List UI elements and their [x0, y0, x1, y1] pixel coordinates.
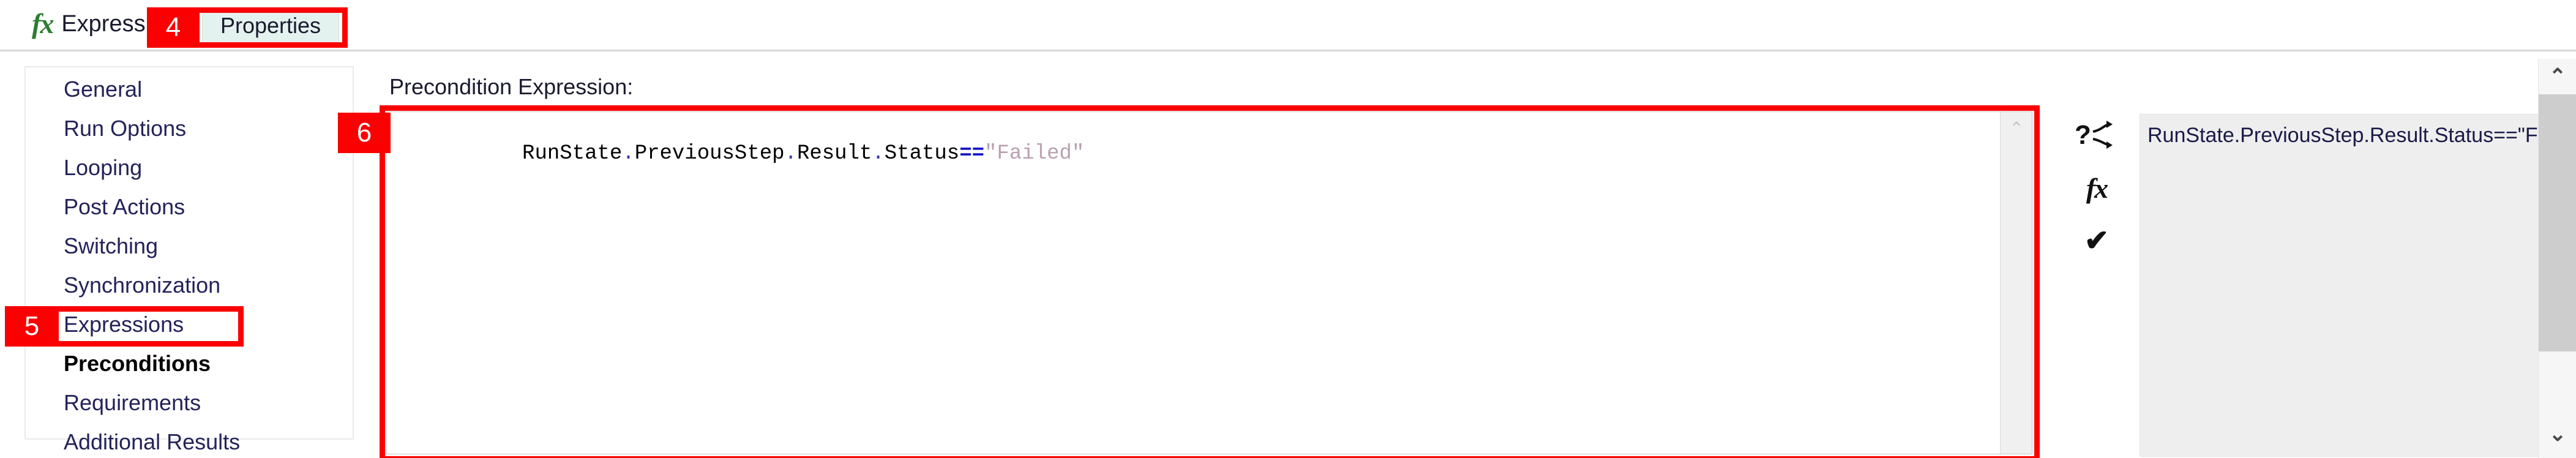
- sidebar-item-preconditions[interactable]: Preconditions: [64, 353, 211, 375]
- scrollbar-down-arrow-icon[interactable]: ⌄: [2539, 416, 2576, 452]
- expression-token-string-failed: "Failed": [984, 142, 1085, 166]
- dialog-vertical-scrollbar[interactable]: ⌃ ⌄: [2538, 59, 2576, 458]
- expression-token-equality-operator: ==: [959, 142, 984, 166]
- expression-editor-scrollbar[interactable]: ⌃: [2000, 112, 2032, 454]
- preconditions-pane: Precondition Expression: RunState.Previo…: [367, 66, 2576, 458]
- fx-function-icon[interactable]: fx: [2075, 168, 2119, 209]
- sidebar-item-post-actions[interactable]: Post Actions: [64, 196, 185, 218]
- branch-question-icon[interactable]: ?: [2075, 115, 2119, 157]
- sidebar-item-synchronization[interactable]: Synchronization: [64, 274, 220, 296]
- sidebar-item-looping[interactable]: Looping: [64, 157, 142, 179]
- sidebar-item-run-options[interactable]: Run Options: [64, 118, 186, 140]
- tab-properties-label: Properties: [220, 12, 321, 38]
- expression-properties-window: fx Expression Properties General Run Opt…: [0, 0, 2576, 458]
- window-tab-bar: fx Expression Properties: [0, 0, 2576, 51]
- annotation-badge-6: 6: [338, 113, 391, 153]
- expression-line: RunState.PreviousStep.Result.Status=="Fa…: [397, 118, 2000, 190]
- properties-category-list: General Run Options Looping Post Actions…: [24, 66, 354, 453]
- sidebar-item-switching[interactable]: Switching: [64, 235, 158, 257]
- tab-properties[interactable]: Properties: [202, 8, 339, 46]
- precondition-expression-label: Precondition Expression:: [389, 74, 634, 99]
- checkmark-validate-icon[interactable]: ✔: [2075, 220, 2119, 262]
- expression-preview-panel: RunState.PreviousStep.Result.Status=="Fa…: [2140, 114, 2576, 457]
- expression-token-status: Status: [884, 142, 960, 166]
- expression-token-dot-2: .: [784, 142, 797, 166]
- scrollbar-thumb[interactable]: [2539, 94, 2576, 351]
- expression-tool-icons: ? fx ✔: [2063, 115, 2130, 262]
- scroll-up-icon[interactable]: ⌃: [2001, 116, 2032, 140]
- expression-preview-text: RunState.PreviousStep.Result.Status=="Fa…: [2147, 124, 2576, 147]
- precondition-expression-editor[interactable]: RunState.PreviousStep.Result.Status=="Fa…: [386, 111, 2032, 454]
- expression-token-previousstep: PreviousStep: [634, 142, 785, 166]
- expression-token-dot-1: .: [622, 142, 635, 166]
- expression-text-area[interactable]: RunState.PreviousStep.Result.Status=="Fa…: [386, 112, 2000, 454]
- annotation-badge-4: 4: [147, 7, 200, 48]
- fx-icon: fx: [32, 8, 54, 39]
- expression-token-dot-3: .: [872, 142, 885, 166]
- properties-category-list-inner: General Run Options Looping Post Actions…: [26, 67, 353, 458]
- sidebar-item-general[interactable]: General: [64, 78, 142, 100]
- sidebar-item-additional-results[interactable]: Additional Results: [64, 431, 240, 453]
- sidebar-item-requirements[interactable]: Requirements: [64, 392, 201, 414]
- branch-question-mark: ?: [2075, 120, 2091, 150]
- sidebar-item-expressions[interactable]: Expressions: [64, 313, 184, 336]
- annotation-badge-5: 5: [5, 306, 59, 347]
- expression-token-runstate: RunState: [522, 142, 623, 166]
- expression-token-result: Result: [796, 142, 872, 166]
- scrollbar-up-arrow-icon[interactable]: ⌃: [2539, 59, 2576, 94]
